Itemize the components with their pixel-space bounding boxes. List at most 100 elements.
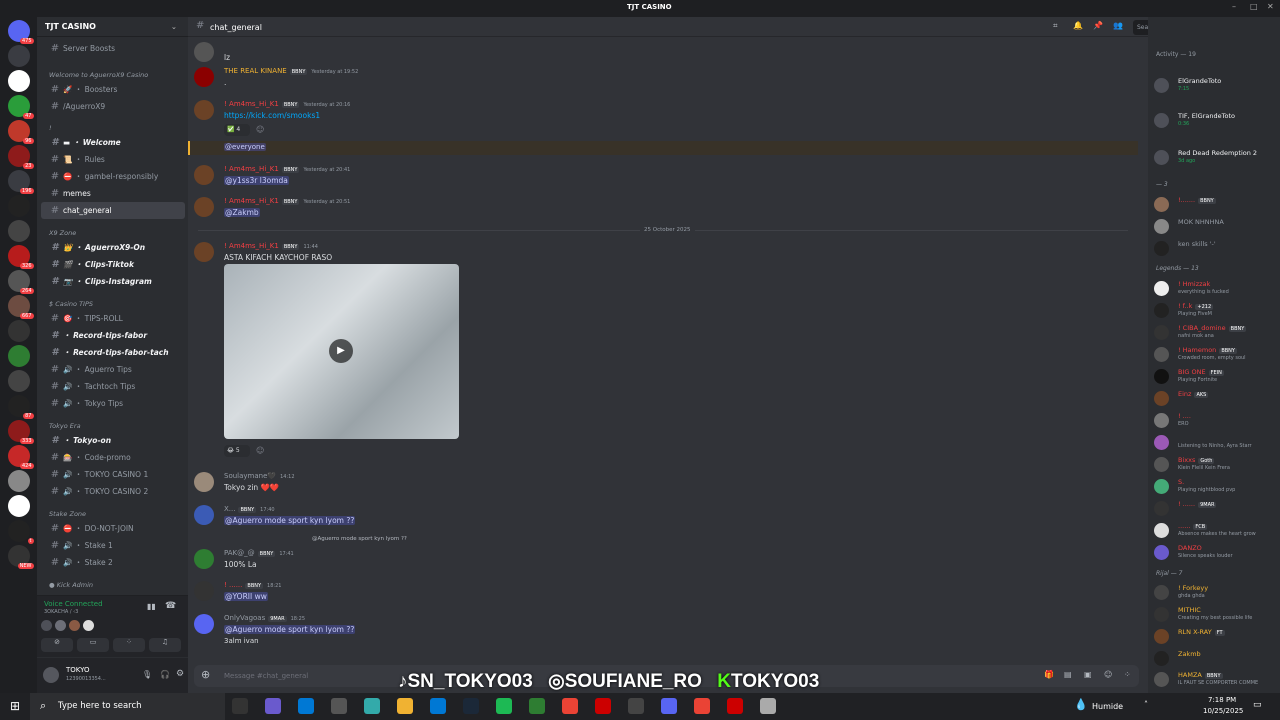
member-item[interactable]: ken skills '-' (1154, 238, 1278, 258)
channel-item[interactable]: # ⛔ ・ gambel-responsibly (41, 168, 185, 185)
user-name[interactable]: TOKYO (66, 666, 90, 674)
channel-item[interactable]: # 📷 ・ Clips-Instagram (41, 273, 185, 290)
channel-item[interactable]: # chat_general (41, 202, 185, 219)
taskbar-search[interactable]: ⌕ Type here to search (30, 693, 225, 720)
everyone-mention[interactable]: @everyone (224, 143, 266, 151)
username[interactable]: THE REAL KINANE (224, 67, 287, 75)
avatar[interactable] (194, 42, 214, 62)
close-button[interactable]: ✕ (1267, 2, 1274, 11)
weather-text[interactable]: Humide (1092, 702, 1123, 711)
copilot-icon[interactable] (265, 698, 281, 714)
channel-item[interactable]: # 🔊 ・ Tokyo Tips (41, 395, 185, 412)
camera-button[interactable]: ⊘ (41, 638, 73, 652)
server-icon[interactable] (7, 370, 30, 392)
username[interactable]: ! Am4ms_Hi_K1 (224, 100, 279, 108)
member-item[interactable]: Bixxs Goth Klein Flelil Kein Frera (1154, 454, 1278, 474)
message-text[interactable]: @YORII ww (224, 592, 268, 601)
username[interactable]: ! Am4ms_Hi_K1 (224, 197, 279, 205)
avatar[interactable] (194, 197, 214, 217)
message-text[interactable]: @Aguerro mode sport kyn lyom ?? (224, 516, 356, 525)
channel-category[interactable]: Welcome to AguerroX9 Casino (41, 68, 185, 82)
screen-share-button[interactable]: ▭ (77, 638, 109, 652)
windows-start-icon[interactable]: ⊞ (10, 699, 20, 713)
channel-category[interactable]: ● Kick Admin (41, 578, 185, 592)
chevron-down-icon[interactable]: ⌄ (171, 23, 177, 31)
tray-chevron-icon[interactable]: ˄ (1144, 700, 1148, 709)
channel-item[interactable]: # 🎬 ・ Clips-Tiktok (41, 256, 185, 273)
server-icon[interactable] (7, 195, 30, 217)
member-item[interactable]: Einz AKS (1154, 388, 1278, 408)
avatar[interactable] (194, 549, 214, 569)
message-text[interactable]: @y1ss3r l3omda (224, 176, 289, 185)
server-icon[interactable]: 475 (7, 20, 34, 44)
gift-icon[interactable]: 🎁 (1044, 670, 1054, 679)
member-item[interactable]: S. Playing nightblood pvp (1154, 476, 1278, 496)
avatar[interactable] (43, 667, 59, 683)
server-icon[interactable] (7, 70, 30, 92)
server-icon[interactable] (7, 345, 30, 367)
member-item[interactable]: MOK NHNHNA (1154, 216, 1278, 236)
channel-item[interactable]: # 🔊 ・ Aguerro Tips (41, 361, 185, 378)
member-item[interactable]: ...... FCB Absence makes the heart grow (1154, 520, 1278, 540)
member-item[interactable]: ! .... ERO (1154, 410, 1278, 430)
avatar[interactable] (194, 581, 214, 601)
reaction[interactable]: ✅ 4 (224, 124, 250, 136)
message-text[interactable]: https://kick.com/smooks1 (224, 111, 320, 120)
clock-time[interactable]: 7:18 PM (1208, 696, 1236, 704)
avatar[interactable] (194, 165, 214, 185)
server-icon[interactable]: 87 (7, 395, 34, 419)
chrome-icon[interactable] (694, 698, 710, 714)
channel-item[interactable]: # memes (41, 185, 185, 202)
username[interactable]: OnlyVagoas (224, 614, 265, 622)
voice-channel[interactable]: 3OKACHA / ‹3 (44, 609, 78, 615)
play-icon[interactable]: ▶ (329, 339, 353, 363)
weather-icon[interactable]: 💧 (1074, 698, 1088, 711)
message-text[interactable]: @Aguerro mode sport kyn lyom ?? (224, 625, 356, 634)
app-icon[interactable] (529, 698, 545, 714)
disconnect-icon[interactable]: ☎ (165, 601, 176, 611)
member-item[interactable]: RLN X-RAY FT (1154, 626, 1278, 646)
app-icon[interactable] (760, 698, 776, 714)
channel-item[interactable]: # 🎰 ・ Code-promo (41, 449, 185, 466)
emoji-icon[interactable]: ☺ (1104, 670, 1112, 679)
server-icon[interactable]: 326 (7, 245, 34, 269)
steam-icon[interactable] (463, 698, 479, 714)
username[interactable]: X... (224, 505, 235, 513)
message-input[interactable]: Message #chat_general (224, 672, 308, 680)
channel-item[interactable]: #/AguerroX9 (41, 98, 185, 115)
server-icon[interactable] (7, 220, 30, 242)
task-view-icon[interactable] (232, 698, 248, 714)
reaction[interactable]: 😂 5 (224, 445, 250, 457)
server-icon[interactable] (7, 45, 30, 67)
notification-icon[interactable]: ▭ (1253, 700, 1262, 710)
member-item[interactable]: !....... BBNY (1154, 194, 1278, 214)
server-icon[interactable]: 47 (7, 95, 34, 119)
member-item[interactable]: MITHIC Creating my best possible life (1154, 604, 1278, 624)
server-icon[interactable] (7, 495, 30, 517)
channel-category[interactable]: ! (41, 121, 185, 135)
edge-icon[interactable] (298, 698, 314, 714)
calculator-icon[interactable] (628, 698, 644, 714)
channel-category[interactable]: $ Casino TIPS (41, 297, 185, 311)
member-item[interactable]: ! ...... 9MAR (1154, 498, 1278, 518)
reply-preview[interactable]: @Aguerro mode sport kyn lyom ?? (312, 536, 407, 542)
member-item[interactable]: ! Hamemon BBNY Crowded room, empty soul (1154, 344, 1278, 364)
maximize-button[interactable]: □ (1250, 2, 1258, 11)
soundboard-button[interactable]: ♫ (149, 638, 181, 652)
add-reaction-icon[interactable]: ☺ (256, 125, 264, 134)
member-item[interactable]: ! Hmizzak everything is fucked (1154, 278, 1278, 298)
avatar[interactable] (194, 614, 214, 634)
outlook-icon[interactable] (430, 698, 446, 714)
server-icon[interactable]: 424 (7, 445, 34, 469)
add-attachment-icon[interactable]: ⊕ (201, 668, 210, 681)
channel-item[interactable]: # 🎯 ・ TIPS-ROLL (41, 310, 185, 327)
microphone-icon[interactable]: 🎙 (142, 670, 152, 679)
channel-item[interactable]: # 🔊 ・ Stake 2 (41, 554, 185, 571)
server-icon[interactable]: 23 (7, 145, 34, 169)
voice-status[interactable]: Voice Connected (44, 600, 103, 608)
channel-category[interactable]: X9 Zone (41, 226, 185, 240)
member-item[interactable]: ElGrandeToto 7:15 (1154, 75, 1278, 95)
member-item[interactable]: ! Forkeyy ghda ghda (1154, 582, 1278, 602)
channel-item[interactable]: # Server Boosts (41, 40, 185, 57)
clock-date[interactable]: 10/25/2025 (1203, 707, 1243, 715)
